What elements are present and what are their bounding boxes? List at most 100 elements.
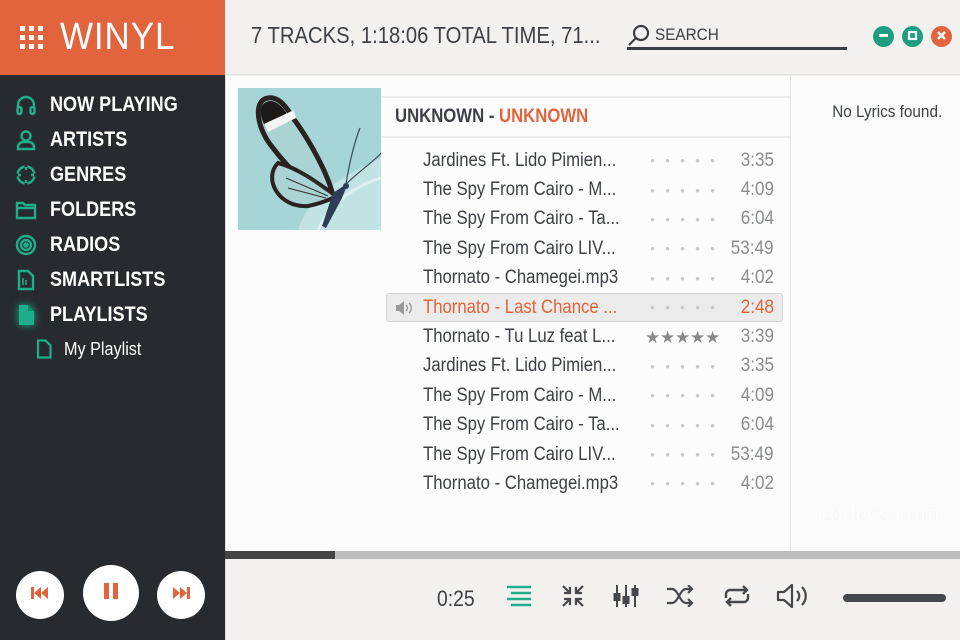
track-rating[interactable]: • • • • • [645, 419, 720, 432]
rating-dot-icon[interactable]: • [690, 360, 705, 373]
rating-dot-icon[interactable]: • [660, 448, 675, 461]
rating-dot-icon[interactable]: • [690, 242, 705, 255]
sidebar-item-smartlists[interactable]: SMARTLISTS [0, 262, 225, 297]
track-rating[interactable]: ★ ★ ★ ★ ★ [645, 329, 720, 346]
rating-dot-icon[interactable]: • [645, 213, 660, 226]
rating-dot-icon[interactable]: • [690, 448, 705, 461]
equalizer-button[interactable] [611, 584, 641, 611]
rating-dot-icon[interactable]: • [705, 272, 720, 285]
sidebar-subitem-my-playlist[interactable]: My Playlist [0, 332, 225, 366]
album-title[interactable]: UNKNOWN [499, 106, 588, 128]
track-rating[interactable]: • • • • • [645, 477, 720, 490]
rating-dot-icon[interactable]: • [645, 448, 660, 461]
track-rating[interactable]: • • • • • [645, 360, 720, 373]
rating-dot-icon[interactable]: • [660, 184, 675, 197]
track-row[interactable]: The Spy From Cairo - Ta... • • • • • 6:04 [386, 411, 783, 440]
rating-dot-icon[interactable]: • [660, 242, 675, 255]
close-button[interactable] [931, 26, 952, 47]
sidebar-item-folders[interactable]: FOLDERS [0, 192, 225, 227]
star-filled-icon[interactable]: ★ [675, 329, 690, 346]
track-rating[interactable]: • • • • • [645, 448, 720, 461]
rating-dot-icon[interactable]: • [645, 154, 660, 167]
rating-dot-icon[interactable]: • [675, 272, 690, 285]
star-filled-icon[interactable]: ★ [660, 329, 675, 346]
rating-dot-icon[interactable]: • [690, 419, 705, 432]
sidebar-item-playlists[interactable]: PLAYLISTS [0, 297, 225, 332]
track-row[interactable]: The Spy From Cairo LIV... • • • • • 53:49 [386, 234, 783, 263]
search-input[interactable] [655, 24, 817, 45]
search-box[interactable] [627, 22, 847, 50]
rating-dot-icon[interactable]: • [675, 448, 690, 461]
rating-dot-icon[interactable]: • [660, 301, 675, 314]
rating-dot-icon[interactable]: • [675, 242, 690, 255]
rating-dot-icon[interactable]: • [690, 154, 705, 167]
rating-dot-icon[interactable]: • [660, 154, 675, 167]
rating-dot-icon[interactable]: • [675, 419, 690, 432]
album-artist[interactable]: UNKNOWN [395, 106, 484, 128]
rating-dot-icon[interactable]: • [690, 184, 705, 197]
track-rating[interactable]: • • • • • [645, 213, 720, 226]
track-row[interactable]: The Spy From Cairo - M... • • • • • 4:09 [386, 175, 783, 204]
rating-dot-icon[interactable]: • [645, 389, 660, 402]
seek-bar[interactable] [225, 551, 960, 559]
mini-mode-button[interactable] [558, 584, 588, 611]
rating-dot-icon[interactable]: • [690, 389, 705, 402]
rating-dot-icon[interactable]: • [675, 301, 690, 314]
track-rating[interactable]: • • • • • [645, 389, 720, 402]
maximize-button[interactable] [902, 26, 923, 47]
rating-dot-icon[interactable]: • [645, 301, 660, 314]
rating-dot-icon[interactable]: • [675, 184, 690, 197]
sidebar-item-genres[interactable]: GENRES [0, 157, 225, 192]
rating-dot-icon[interactable]: • [705, 419, 720, 432]
rating-dot-icon[interactable]: • [645, 360, 660, 373]
rating-dot-icon[interactable]: • [675, 154, 690, 167]
rating-dot-icon[interactable]: • [675, 389, 690, 402]
menu-grid-icon[interactable] [20, 25, 44, 50]
track-rating[interactable]: • • • • • [645, 154, 720, 167]
rating-dot-icon[interactable]: • [705, 242, 720, 255]
track-row[interactable]: The Spy From Cairo - Ta... • • • • • 6:04 [386, 205, 783, 234]
next-button[interactable] [157, 571, 205, 619]
volume-button[interactable] [776, 583, 809, 611]
sidebar-item-now-playing[interactable]: NOW PLAYING [0, 87, 225, 122]
volume-slider[interactable] [843, 594, 946, 602]
rating-dot-icon[interactable]: • [705, 448, 720, 461]
star-filled-icon[interactable]: ★ [690, 329, 705, 346]
rating-dot-icon[interactable]: • [645, 242, 660, 255]
rating-dot-icon[interactable]: • [690, 301, 705, 314]
rating-dot-icon[interactable]: • [660, 213, 675, 226]
rating-dot-icon[interactable]: • [705, 389, 720, 402]
rating-dot-icon[interactable]: • [660, 360, 675, 373]
track-row[interactable]: Thornato - Chamegei.mp3 • • • • • 4:02 [386, 264, 783, 293]
rating-dot-icon[interactable]: • [675, 477, 690, 490]
track-row[interactable]: Thornato - Chamegei.mp3 • • • • • 4:02 [386, 469, 783, 498]
playlist-view-button[interactable] [504, 585, 534, 611]
rating-dot-icon[interactable]: • [660, 419, 675, 432]
star-filled-icon[interactable]: ★ [705, 329, 720, 346]
rating-dot-icon[interactable]: • [675, 360, 690, 373]
track-rating[interactable]: • • • • • [645, 301, 720, 314]
repeat-button[interactable] [722, 584, 752, 611]
rating-dot-icon[interactable]: • [705, 477, 720, 490]
rating-dot-icon[interactable]: • [645, 477, 660, 490]
sidebar-item-artists[interactable]: ARTISTS [0, 122, 225, 157]
rating-dot-icon[interactable]: • [705, 154, 720, 167]
minimize-button[interactable] [873, 26, 894, 47]
track-row[interactable]: The Spy From Cairo LIV... • • • • • 53:49 [386, 440, 783, 469]
sidebar-item-radios[interactable]: RADIOS [0, 227, 225, 262]
previous-button[interactable] [16, 571, 64, 619]
rating-dot-icon[interactable]: • [660, 272, 675, 285]
rating-dot-icon[interactable]: • [705, 184, 720, 197]
rating-dot-icon[interactable]: • [690, 213, 705, 226]
rating-dot-icon[interactable]: • [645, 419, 660, 432]
track-row[interactable]: Thornato - Tu Luz feat L... ★ ★ ★ ★ ★ 3:39 [386, 322, 783, 351]
rating-dot-icon[interactable]: • [660, 477, 675, 490]
rating-dot-icon[interactable]: • [675, 213, 690, 226]
rating-dot-icon[interactable]: • [705, 213, 720, 226]
track-rating[interactable]: • • • • • [645, 272, 720, 285]
rating-dot-icon[interactable]: • [645, 272, 660, 285]
track-row[interactable]: Jardines Ft. Lido Pimien... • • • • • 3:35 [386, 146, 783, 175]
track-rating[interactable]: • • • • • [645, 242, 720, 255]
rating-dot-icon[interactable]: • [645, 184, 660, 197]
track-row-playing[interactable]: Thornato - Last Chance ... • • • • • 2:48 [386, 292, 783, 323]
